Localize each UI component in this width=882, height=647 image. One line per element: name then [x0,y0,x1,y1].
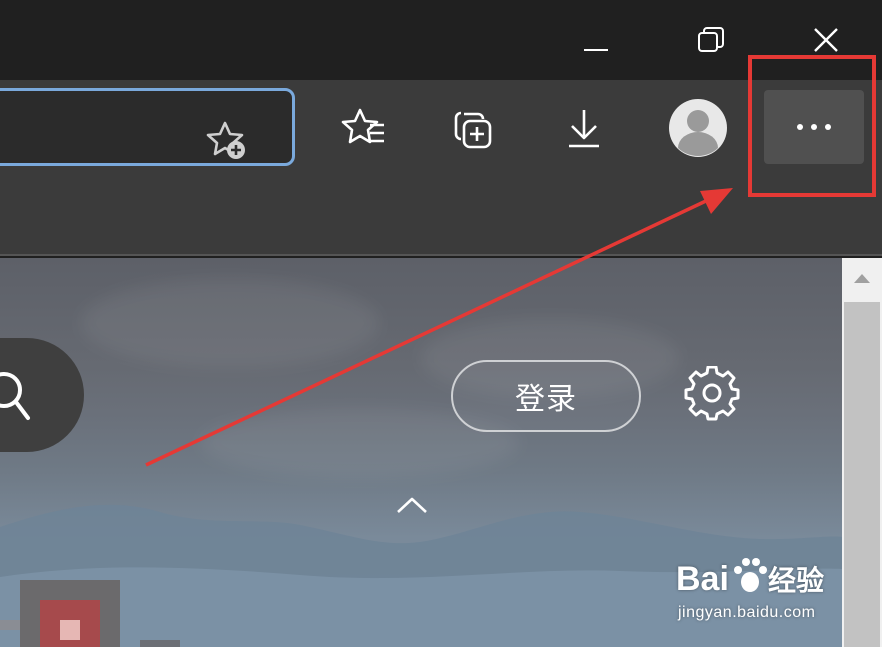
settings-icon[interactable] [684,366,740,422]
favorites-button[interactable] [332,96,396,160]
search-box[interactable] [0,338,84,452]
watermark-url: jingyan.baidu.com [678,604,816,621]
svg-text:经验: 经验 [768,564,824,597]
downloads-icon [569,110,599,148]
address-bar[interactable] [0,88,295,166]
vertical-scrollbar[interactable] [842,258,882,647]
collections-icon [454,111,492,149]
mosaic-tile [60,620,80,640]
collapse-icon[interactable] [394,494,430,518]
baidu-watermark: Bai 经验 jingyan.baidu.com [672,552,842,632]
scroll-up-icon [854,274,870,283]
cloud-shape [80,278,380,368]
restore-icon [698,27,724,52]
add-favorite-icon[interactable] [203,117,251,165]
mosaic-tile [0,620,20,630]
minimize-button[interactable] [568,14,624,66]
profile-avatar [669,99,727,157]
scroll-thumb[interactable] [844,302,880,647]
downloads-button[interactable] [552,96,616,160]
collections-button[interactable] [442,96,506,160]
scroll-up-button[interactable] [842,258,882,298]
svg-text:Bai: Bai [676,560,729,598]
close-icon [814,28,838,52]
minimize-icon [584,49,608,51]
profile-button[interactable] [666,96,730,160]
login-button[interactable]: 登录 [451,360,641,432]
search-icon [0,372,30,420]
browser-window: 登录 Bai 经验 jingyan.baidu.com [0,0,882,647]
mosaic-tile [140,640,180,647]
favorites-icon [341,108,384,144]
baidu-jingyan-logo: Bai 经验 [676,558,824,598]
annotation-highlight-box [748,55,876,197]
restore-button[interactable] [683,14,739,66]
